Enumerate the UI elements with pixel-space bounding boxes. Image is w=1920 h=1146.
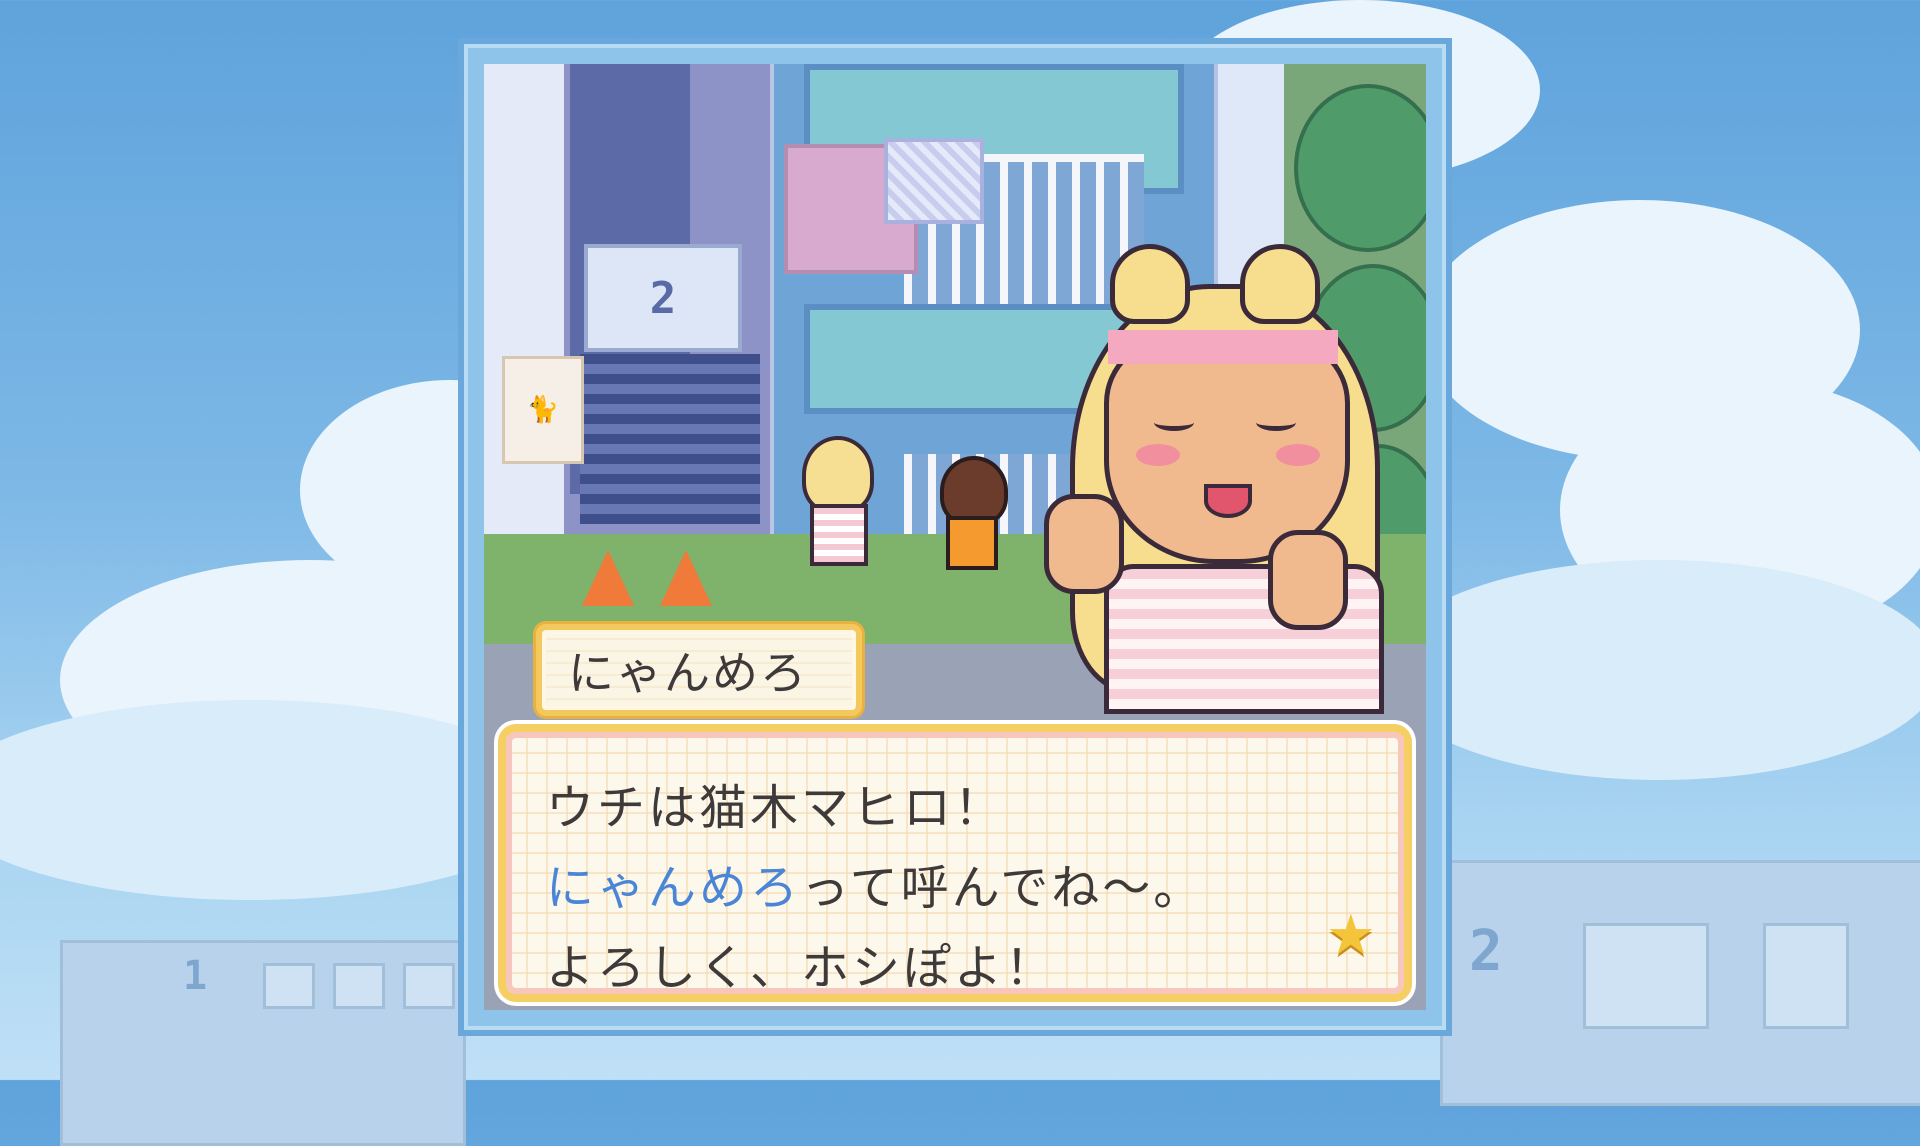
window (403, 963, 455, 1009)
apartment-number-sign: 2 (584, 244, 742, 352)
closed-eye-right (1256, 414, 1296, 431)
player-sprite-body (946, 516, 998, 570)
closed-eye-left (1154, 414, 1194, 431)
dialogue-line-1: ウチは猫木マヒロ！ (546, 768, 1364, 848)
bangs (1108, 330, 1338, 364)
dialogue-line-3: よろしく、ホシぽよ！ (546, 928, 1364, 1008)
apartment-stairs (580, 354, 760, 524)
window (1583, 923, 1709, 1029)
nyanmero-sprite-body (810, 504, 868, 566)
window (1763, 923, 1849, 1029)
cat-poster: 🐈 (502, 356, 584, 464)
background-building-1: 1 (60, 940, 466, 1146)
building-number: 2 (1469, 919, 1503, 984)
hand-right (1268, 530, 1348, 630)
window (333, 963, 385, 1009)
star-icon[interactable]: ★ (1326, 903, 1376, 968)
speaker-name: にゃんめろ (568, 646, 808, 700)
cloud (1380, 560, 1920, 780)
dialogue-text: よろしく、ホシぽよ！ (546, 940, 1057, 996)
hand-left (1044, 494, 1124, 594)
dialogue-text: ウチは猫木マヒロ！ (546, 780, 1006, 836)
highlighted-name: にゃんめろ (546, 860, 802, 916)
blush (1276, 444, 1320, 466)
game-scene[interactable]: 2 🐈 にゃんめろ ウチは猫木マヒロ！ にゃんめろって呼んでね～。 よろしく、ホ… (484, 64, 1426, 1010)
background-building-2: 2 (1440, 860, 1920, 1106)
smile (1204, 484, 1252, 518)
dialogue-box[interactable]: ウチは猫木マヒロ！ にゃんめろって呼んでね～。 よろしく、ホシぽよ！ ★ (498, 724, 1412, 1002)
hanging-laundry (884, 138, 984, 224)
cat-ear-left (1110, 244, 1190, 324)
traffic-cone (660, 550, 712, 606)
speaker-name-box: にゃんめろ (536, 624, 862, 716)
window (263, 963, 315, 1009)
nyanmero-sprite (802, 436, 874, 514)
dialogue-text: って呼んでね～。 (801, 860, 1205, 916)
cat-ear-right (1240, 244, 1320, 324)
game-frame: 2 🐈 にゃんめろ ウチは猫木マヒロ！ にゃんめろって呼んでね～。 よろしく、ホ… (458, 38, 1452, 1036)
tree (1294, 84, 1426, 252)
building-number: 1 (183, 953, 208, 999)
blush (1136, 444, 1180, 466)
traffic-cone (582, 550, 634, 606)
dialogue-line-2: にゃんめろって呼んでね～。 (546, 848, 1364, 928)
nyanmero-portrait (1044, 244, 1426, 714)
